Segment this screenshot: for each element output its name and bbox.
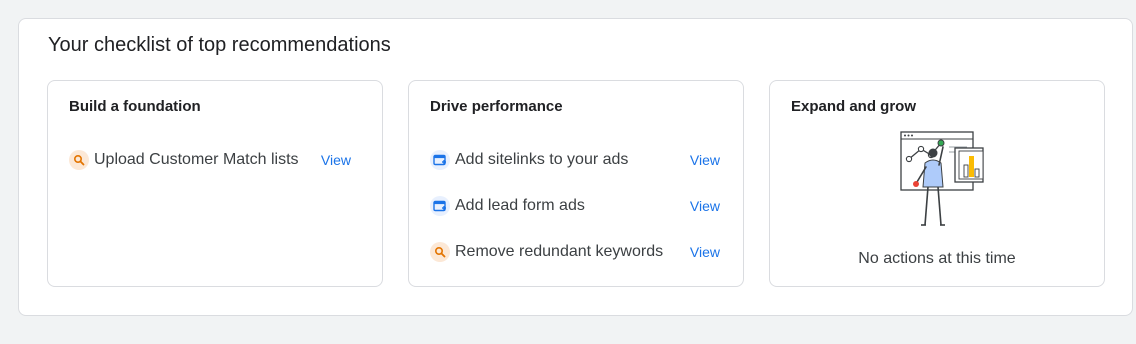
card-title: Expand and grow <box>791 98 917 115</box>
card-build-a-foundation: Build a foundation Upload Customer Match… <box>47 80 383 287</box>
recommendation-label: Add lead form ads <box>455 197 585 214</box>
search-icon <box>69 150 89 170</box>
recommendation-remove-redundant-keywords: Remove redundant keywords View <box>430 240 724 264</box>
person-with-charts-illustration <box>875 127 1015 237</box>
card-title: Drive performance <box>430 98 563 115</box>
recommendation-upload-customer-match: Upload Customer Match lists View <box>69 148 363 172</box>
view-link[interactable]: View <box>686 196 724 216</box>
card-expand-and-grow: Expand and grow No actions at this time <box>769 80 1105 287</box>
ad-extension-icon <box>430 196 450 216</box>
empty-state-text: No actions at this time <box>858 250 1016 267</box>
panel-title: Your checklist of top recommendations <box>48 34 391 56</box>
view-link[interactable]: View <box>317 150 355 170</box>
recommendation-add-lead-form-ads: Add lead form ads View <box>430 194 724 218</box>
recommendation-label: Add sitelinks to your ads <box>455 151 629 168</box>
view-link[interactable]: View <box>686 150 724 170</box>
card-drive-performance: Drive performance Add sitelinks to your … <box>408 80 744 287</box>
view-link[interactable]: View <box>686 242 724 262</box>
recommendation-add-sitelinks: Add sitelinks to your ads View <box>430 148 724 172</box>
search-icon <box>430 242 450 262</box>
card-title: Build a foundation <box>69 98 201 115</box>
ad-extension-icon <box>430 150 450 170</box>
recommendations-checklist-panel: Your checklist of top recommendations Bu… <box>18 18 1133 316</box>
recommendation-label: Remove redundant keywords <box>455 243 664 260</box>
